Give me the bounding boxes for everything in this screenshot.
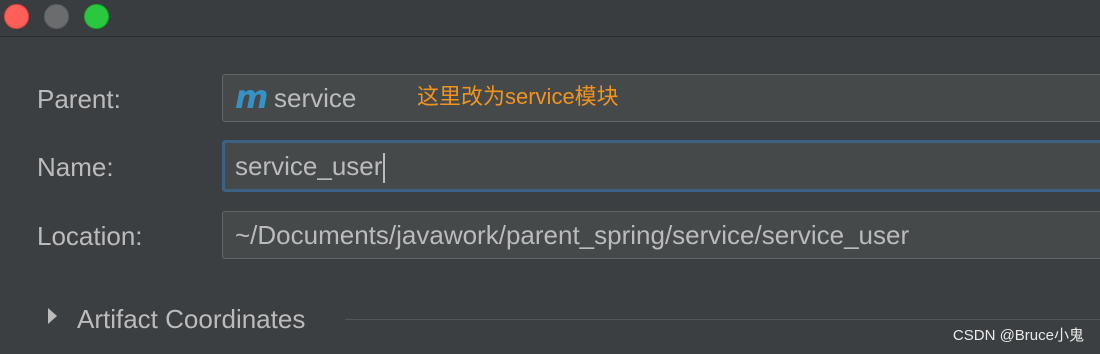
parent-value: service xyxy=(274,83,357,113)
name-field-text: service_user xyxy=(235,143,386,189)
parent-label: Parent: xyxy=(37,84,121,114)
name-field[interactable]: service_user xyxy=(222,140,1100,192)
text-caret xyxy=(383,153,386,184)
parent-selector[interactable]: m service xyxy=(222,74,1100,122)
watermark: CSDN @Bruce小鬼 xyxy=(952,327,1084,344)
location-value: ~/Documents/javawork/parent_spring/servi… xyxy=(235,220,910,250)
location-label: Location: xyxy=(37,221,143,251)
minimize-window-button[interactable] xyxy=(44,4,69,29)
name-value: service_user xyxy=(235,151,383,181)
expand-triangle-icon[interactable] xyxy=(48,308,57,324)
new-module-dialog: Parent: m service 这里改为service模块 Name: se… xyxy=(0,0,1100,354)
close-window-button[interactable] xyxy=(4,4,29,29)
name-label: Name: xyxy=(37,152,114,182)
maven-module-icon: m xyxy=(235,78,269,116)
title-bar xyxy=(0,0,1100,37)
maximize-window-button[interactable] xyxy=(84,4,109,29)
artifact-coordinates-toggle[interactable]: Artifact Coordinates xyxy=(77,303,305,335)
section-divider xyxy=(345,319,1100,320)
location-field[interactable]: ~/Documents/javawork/parent_spring/servi… xyxy=(222,211,1100,259)
annotation-note: 这里改为service模块 xyxy=(417,84,619,109)
